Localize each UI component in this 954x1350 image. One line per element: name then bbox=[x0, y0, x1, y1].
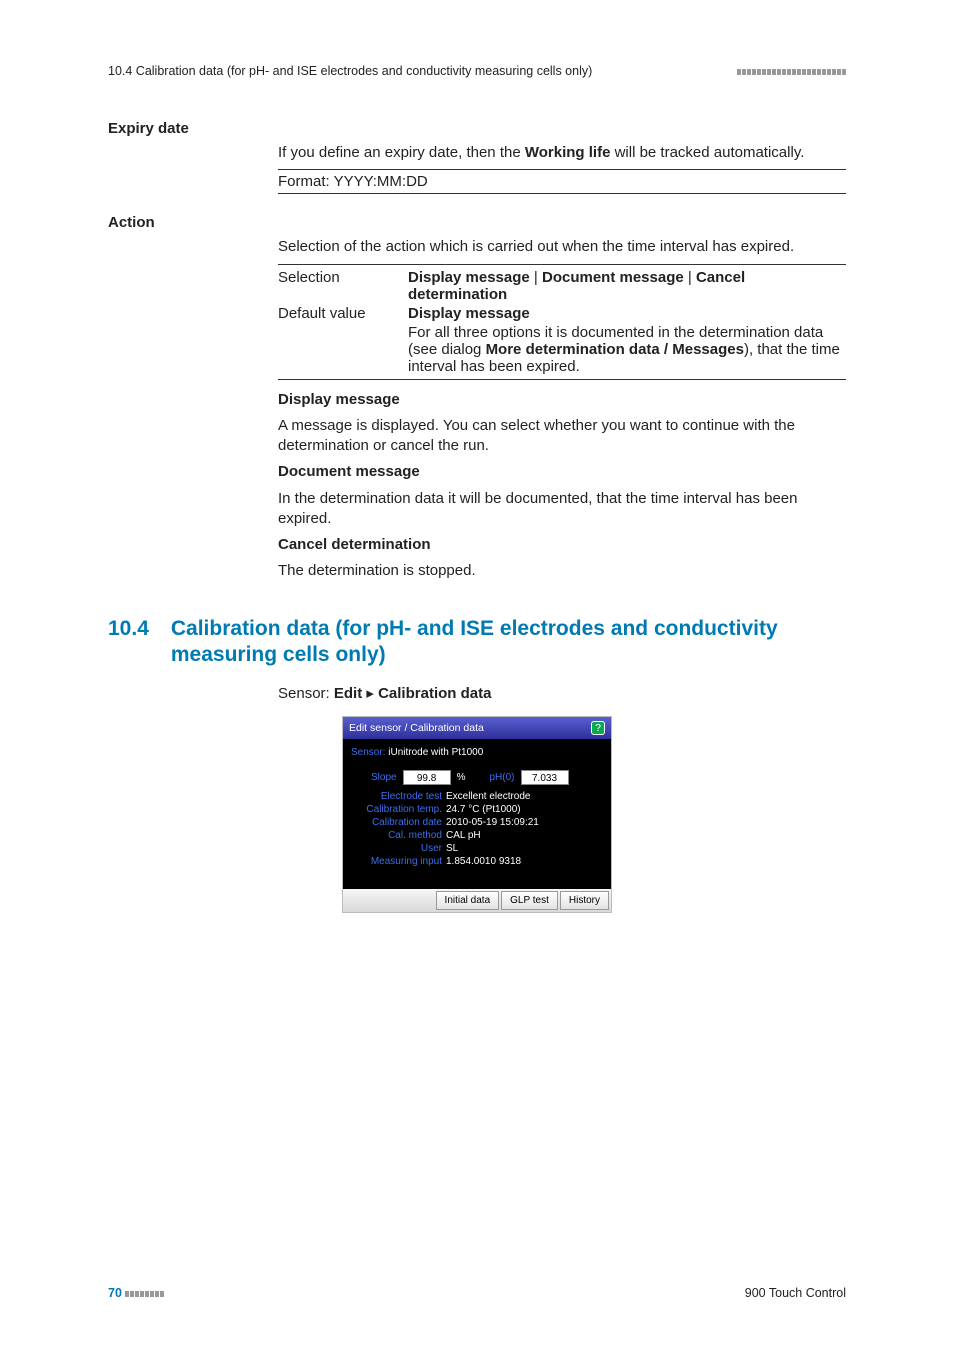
dlg-user-value: SL bbox=[446, 843, 458, 854]
expiry-date-format: Format: YYYY:MM:DD bbox=[278, 169, 846, 194]
dlg-ph0-label: pH(0) bbox=[489, 772, 514, 783]
dlg-ph0-field[interactable]: 7.033 bbox=[521, 770, 569, 785]
dlg-ctemp-label: Calibration temp. bbox=[351, 804, 446, 815]
dlg-etest-value: Excellent electrode bbox=[446, 791, 531, 802]
selection-value: Display message | Document message | Can… bbox=[408, 269, 846, 303]
section-heading: 10.4 Calibration data (for pH- and ISE e… bbox=[108, 616, 846, 669]
selection-key: Selection bbox=[278, 269, 408, 303]
opt-document-heading: Document message bbox=[278, 463, 420, 480]
dlg-etest-label: Electrode test bbox=[351, 791, 446, 802]
opt-cancel-text: The determination is stopped. bbox=[278, 561, 846, 581]
opt-display-text: A message is displayed. You can select w… bbox=[278, 416, 846, 457]
dlg-slope-label: Slope bbox=[371, 772, 397, 783]
breadcrumb: Sensor: Edit ▸ Calibration data bbox=[278, 684, 846, 704]
dlg-mi-label: Measuring input bbox=[351, 856, 446, 867]
dlg-slope-unit: % bbox=[457, 772, 466, 783]
history-button[interactable]: History bbox=[560, 891, 609, 910]
expiry-date-label: Expiry date bbox=[108, 118, 278, 137]
calibration-dialog: Edit sensor / Calibration data ? Sensor:… bbox=[342, 716, 612, 913]
opt-document-text: In the determination data it will be doc… bbox=[278, 489, 846, 530]
default-key: Default value bbox=[278, 305, 408, 322]
decorative-bars-icon bbox=[736, 64, 846, 78]
dlg-cdate-label: Calibration date bbox=[351, 817, 446, 828]
action-description: Selection of the action which is carried… bbox=[278, 237, 846, 257]
dlg-mi-value: 1.854.0010 9318 bbox=[446, 856, 521, 867]
dlg-cdate-value: 2010-05-19 15:09:21 bbox=[446, 817, 539, 828]
dlg-cmeth-label: Cal. method bbox=[351, 830, 446, 841]
expiry-date-description: If you define an expiry date, then the W… bbox=[278, 143, 846, 163]
default-note: For all three options it is documented i… bbox=[408, 324, 846, 375]
dlg-sensor-label: Sensor: bbox=[351, 747, 385, 758]
default-value: Display message bbox=[408, 305, 846, 322]
section-title: Calibration data (for pH- and ISE electr… bbox=[171, 616, 846, 669]
initial-data-button[interactable]: Initial data bbox=[436, 891, 500, 910]
dlg-user-label: User bbox=[351, 843, 446, 854]
dlg-cmeth-value: CAL pH bbox=[446, 830, 481, 841]
page-number: 70 bbox=[108, 1286, 122, 1300]
dlg-slope-field[interactable]: 99.8 bbox=[403, 770, 451, 785]
running-head-left: 10.4 Calibration data (for pH- and ISE e… bbox=[108, 64, 592, 78]
opt-cancel-heading: Cancel determination bbox=[278, 536, 431, 553]
action-label: Action bbox=[108, 212, 278, 231]
footer-bars-icon bbox=[125, 1286, 165, 1300]
section-number: 10.4 bbox=[108, 616, 149, 669]
dlg-ctemp-value: 24.7 °C (Pt1000) bbox=[446, 804, 521, 815]
opt-display-heading: Display message bbox=[278, 391, 400, 408]
glp-test-button[interactable]: GLP test bbox=[501, 891, 558, 910]
footer-title: 900 Touch Control bbox=[745, 1286, 846, 1300]
help-icon[interactable]: ? bbox=[591, 721, 605, 735]
dialog-title: Edit sensor / Calibration data bbox=[349, 722, 484, 734]
